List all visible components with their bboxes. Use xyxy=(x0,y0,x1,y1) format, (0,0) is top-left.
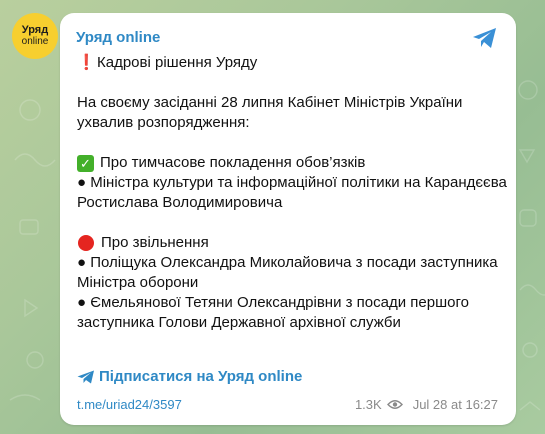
share-icon[interactable] xyxy=(472,27,498,49)
eye-icon xyxy=(386,400,403,409)
section2-item2: ● Ємельянової Тетяни Олександрівни з пос… xyxy=(77,294,469,331)
section1-item: ● Міністра культури та інформаційної пол… xyxy=(77,174,507,211)
red-circle-icon xyxy=(78,235,94,251)
message-footer: t.me/uriad24/3597 1.3K Jul 28 at 16:27 xyxy=(77,397,498,415)
view-count: 1.3K xyxy=(354,397,382,412)
message-meta: 1.3K Jul 28 at 16:27 xyxy=(355,397,498,412)
message-text: ❗ Кадрові рішення Уряду На своєму засіда… xyxy=(77,53,507,333)
avatar-line2: online xyxy=(21,36,49,47)
timestamp: Jul 28 at 16:27 xyxy=(412,397,498,412)
message-card: Уряд online ❗ Кадрові рішення Уряду На с… xyxy=(60,13,516,425)
subscribe-label: Підписатися на Уряд online xyxy=(99,368,303,385)
section1-title: Про тимчасове покладення обов’язків xyxy=(100,154,366,171)
telegram-icon xyxy=(77,370,94,383)
subscribe-link[interactable]: Підписатися на Уряд online xyxy=(77,368,302,385)
channel-avatar[interactable]: Уряд online xyxy=(12,13,58,59)
message-heading: Кадрові рішення Уряду xyxy=(97,54,258,71)
avatar-line1: Уряд xyxy=(21,24,49,36)
section2-item1: ● Поліщука Олександра Миколайовича з пос… xyxy=(77,254,498,291)
post-link[interactable]: t.me/uriad24/3597 xyxy=(77,397,182,412)
check-icon: ✓ xyxy=(77,154,94,172)
message-intro: На своєму засіданні 28 липня Кабінет Мін… xyxy=(77,94,463,131)
channel-name[interactable]: Уряд online xyxy=(76,29,160,46)
section2-title: Про звільнення xyxy=(101,234,209,251)
exclamation-icon: ❗ xyxy=(77,54,96,71)
